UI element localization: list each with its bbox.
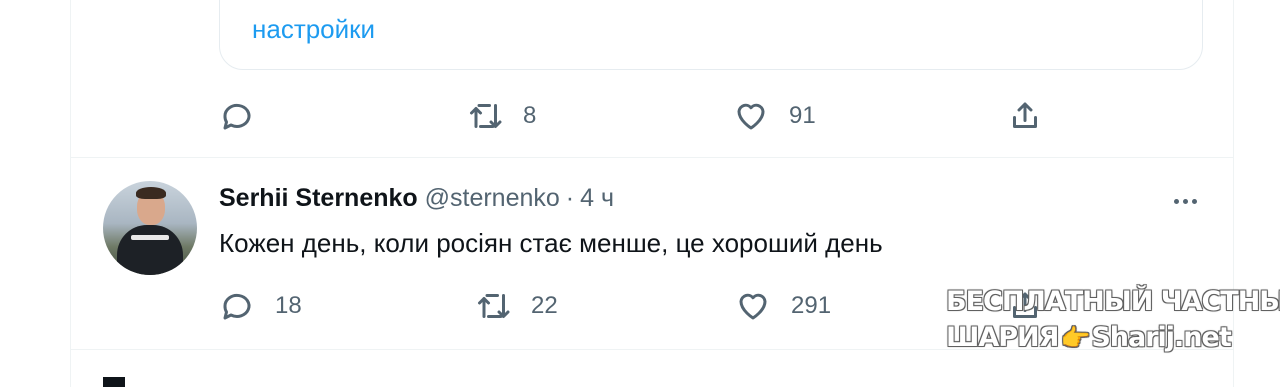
link-preview-card[interactable]: настройки <box>219 0 1203 70</box>
like-count: 291 <box>791 292 832 319</box>
meta-separator: · <box>565 184 575 212</box>
retweet-button[interactable]: 8 <box>467 94 536 138</box>
previous-tweet-actions: 8 91 <box>219 94 1119 138</box>
more-dot-icon <box>1182 198 1188 204</box>
reply-button[interactable]: 18 <box>219 284 302 328</box>
more-options-button[interactable] <box>1165 186 1205 216</box>
more-dot-icon <box>1191 198 1197 204</box>
tweet-divider <box>71 157 1233 158</box>
pointing-hand-icon: 👉 <box>1060 324 1090 352</box>
reply-icon <box>223 103 251 130</box>
avatar-hair <box>136 187 166 199</box>
more-dot-icon <box>1173 198 1179 204</box>
author-name[interactable]: Serhii Sternenko <box>219 184 418 212</box>
watermark-site: Sharij.net <box>1091 322 1231 353</box>
reply-button[interactable] <box>219 94 275 138</box>
card-link-text[interactable]: настройки <box>252 14 375 45</box>
heart-icon <box>739 293 767 320</box>
watermark-line-2: ШАРИЯ👉Sharij.net <box>946 320 1252 356</box>
like-button[interactable]: 291 <box>735 284 831 328</box>
reply-count: 18 <box>275 292 302 319</box>
retweet-icon <box>478 294 510 318</box>
clipped-card-text <box>252 0 1112 1</box>
author-handle[interactable]: @sternenko <box>425 184 560 212</box>
next-tweet-clipped <box>103 377 125 387</box>
watermark-brand: ШАРИЯ <box>946 322 1059 353</box>
retweet-icon <box>470 104 502 128</box>
retweet-count: 8 <box>523 102 537 129</box>
tweet-timestamp[interactable]: 4 ч <box>580 184 614 212</box>
retweet-button[interactable]: 22 <box>475 284 558 328</box>
watermark: БЕСПЛАТНЫЙ ЧАСТНЫЙ ШАРИЯ👉Sharij.net <box>946 284 1280 356</box>
retweet-count: 22 <box>531 292 558 319</box>
share-icon <box>1013 102 1037 128</box>
watermark-line-1: БЕСПЛАТНЫЙ ЧАСТНЫЙ <box>946 286 1280 317</box>
like-count: 91 <box>789 102 816 129</box>
avatar-shirt-print <box>131 235 169 240</box>
heart-icon <box>737 103 765 130</box>
avatar-shirt <box>117 225 183 275</box>
tweet-text: Кожен день, коли росіян стає менше, це х… <box>219 228 883 258</box>
tweet-header: Serhii Sternenko @sternenko · 4 ч <box>219 184 614 213</box>
reply-icon <box>223 293 251 320</box>
avatar[interactable] <box>103 181 197 275</box>
share-button[interactable] <box>1007 94 1043 138</box>
like-button[interactable]: 91 <box>733 94 816 138</box>
